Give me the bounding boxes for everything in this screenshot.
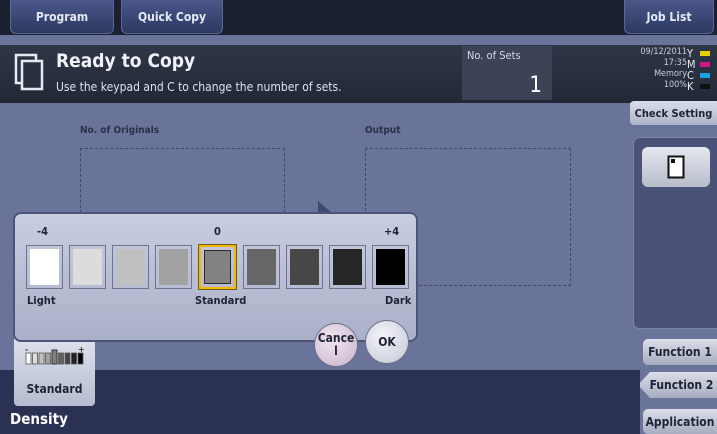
toner-bar-black <box>700 84 710 89</box>
cancel-button[interactable]: Cance l <box>314 323 358 367</box>
status-title: Ready to Copy <box>56 50 196 72</box>
tab-quick-copy[interactable]: Quick Copy <box>121 0 223 34</box>
density-min-label: -4 <box>37 225 48 238</box>
density-title: Density <box>10 410 68 428</box>
originals-label: No. of Originals <box>80 125 160 136</box>
sets-counter: No. of Sets 1 <box>462 46 552 100</box>
density-button[interactable]: - + Standard <box>14 336 95 406</box>
swatch-fill <box>204 250 231 284</box>
device-info: 09/12/2011 17:35 Memory 100% Y M C K <box>558 46 717 100</box>
tab-program[interactable]: Program <box>10 0 114 34</box>
memory-value: 100% <box>663 80 687 90</box>
density-mid-label: 0 <box>214 225 221 238</box>
copy-icon <box>14 53 44 91</box>
output-label: Output <box>365 125 401 136</box>
toner-bar-yellow <box>700 51 710 56</box>
sets-value: 1 <box>529 73 542 98</box>
preview-panel <box>633 137 717 329</box>
bottom-strip <box>0 370 640 434</box>
density-icon: - + <box>25 345 84 365</box>
swatch-fill <box>30 249 59 285</box>
date-text: 09/12/2011 <box>640 47 687 57</box>
density-level-plus-2[interactable] <box>286 245 323 289</box>
ok-button[interactable]: OK <box>365 320 409 364</box>
toner-levels: Y M C K <box>687 47 715 93</box>
job-list-button[interactable]: Job List <box>624 0 714 34</box>
light-label: Light <box>27 294 56 307</box>
memory-label: Memory <box>654 69 687 79</box>
density-level-minus-4[interactable] <box>26 245 63 289</box>
swatch-fill <box>247 249 276 285</box>
density-level-plus-4[interactable] <box>372 245 409 289</box>
swatch-fill <box>333 249 362 285</box>
density-level-plus-1[interactable] <box>243 245 280 289</box>
status-bar: Ready to Copy Use the keypad and C to ch… <box>0 45 717 103</box>
density-level-0-selected[interactable] <box>198 244 237 290</box>
document-icon <box>667 155 685 179</box>
density-level-minus-1[interactable] <box>155 245 192 289</box>
swatch-fill <box>376 249 405 285</box>
status-message: Use the keypad and C to change the numbe… <box>56 80 342 94</box>
density-max-label: +4 <box>384 225 400 238</box>
dark-label: Dark <box>385 294 412 307</box>
density-level-plus-3[interactable] <box>329 245 366 289</box>
toner-bar-magenta <box>700 62 710 67</box>
original-preview-button[interactable] <box>642 147 710 187</box>
top-tab-bar: Program Quick Copy Job List <box>0 0 717 35</box>
density-level-minus-3[interactable] <box>69 245 106 289</box>
function-2-button[interactable]: Function 2 <box>638 372 717 398</box>
originals-area <box>80 148 285 218</box>
density-current-value: Standard <box>26 382 83 396</box>
swatch-fill <box>159 249 188 285</box>
toner-letter: K <box>687 80 694 93</box>
check-setting-button[interactable]: Check Setting <box>630 101 717 125</box>
time-text: 17:35 <box>663 58 687 68</box>
swatch-fill <box>116 249 145 285</box>
swatch-fill <box>73 249 102 285</box>
function-1-button[interactable]: Function 1 <box>643 339 717 365</box>
application-button[interactable]: Application <box>643 409 717 434</box>
density-popup: -4 0 +4 Light Standard Dark <box>13 212 418 342</box>
swatch-fill <box>290 249 319 285</box>
density-level-minus-2[interactable] <box>112 245 149 289</box>
standard-label: Standard <box>195 294 247 307</box>
sets-label: No. of Sets <box>467 49 521 62</box>
toner-bar-cyan <box>700 73 710 78</box>
